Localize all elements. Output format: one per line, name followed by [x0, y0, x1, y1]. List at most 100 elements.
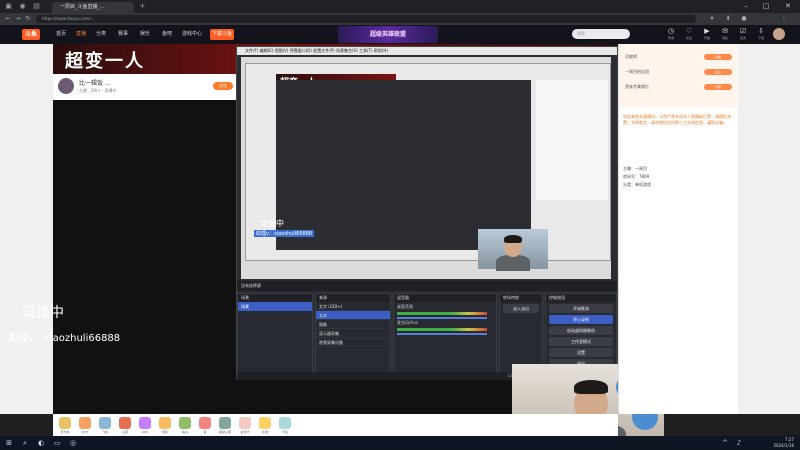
- gift-bar: 荧光棒 办卡 飞机 火箭 666 弱鸡 鱼丸 赞 超级火箭 嘉年华 礼物 背包: [53, 414, 618, 436]
- obs-window-capture: 文件(F) 编辑(E) 视图(V) 停靠窗口(D) 配置文件(P) 场景集合(S…: [236, 46, 618, 380]
- obs-preview: 超变一人 弯播中 助理v：xiaozhuli66888: [241, 57, 611, 279]
- source-item[interactable]: 文字 (GDI+): [316, 302, 390, 311]
- start-icon[interactable]: ⊞: [4, 438, 14, 448]
- audio-meter: [397, 312, 487, 315]
- studio-mode-button[interactable]: 工作室模式: [549, 337, 613, 346]
- gift-label: 666: [142, 430, 148, 434]
- scene-item[interactable]: 场景: [238, 302, 312, 311]
- chat-fanclub-button[interactable]: 加入: [704, 69, 732, 75]
- mixer-channel: 麦克风/Aux: [394, 318, 496, 335]
- browser-tab[interactable]: 一周目_斗鱼直播_...: [52, 2, 134, 13]
- controls-dock: 控制按钮 开始推流 停止录制 启动虚拟摄像机 工作室模式 设置 退出: [545, 293, 617, 375]
- stop-record-button[interactable]: 停止录制: [549, 315, 613, 324]
- history-label: 历史: [667, 36, 674, 40]
- source-item[interactable]: 文本: [316, 311, 390, 320]
- transitions-dock: 转场特效 淡入淡出: [499, 293, 543, 375]
- nav-item-entertainment[interactable]: 娱乐: [140, 29, 150, 40]
- broadcast-icon[interactable]: ▶: [700, 27, 714, 35]
- source-item[interactable]: 显示器采集: [316, 329, 390, 338]
- user-avatar[interactable]: [773, 28, 785, 40]
- gift-label: 赞: [203, 430, 207, 434]
- nav-item-events[interactable]: 赛事: [118, 29, 128, 40]
- search-icon[interactable]: ⌕: [20, 438, 30, 448]
- message-icon[interactable]: ✉: [718, 27, 732, 35]
- room-info: 比一辑饭 ... 主播 · 2W+ · 直播中 关注: [53, 74, 238, 100]
- browser-menu-icon[interactable]: ▣: [4, 2, 13, 11]
- nested-screen: 超变一人 弯播中 助理v：xiaozhuli66888: [245, 63, 611, 261]
- controls-dock-title: 控制按钮: [546, 294, 616, 302]
- nav-item-live[interactable]: 直播: [76, 29, 86, 40]
- transition-select[interactable]: 淡入淡出: [503, 304, 539, 313]
- nav-item-game-center[interactable]: 游戏中心: [182, 29, 202, 40]
- extensions-icon[interactable]: ✦: [708, 15, 716, 23]
- settings-button[interactable]: 设置: [549, 348, 613, 357]
- source-item[interactable]: 图像: [316, 320, 390, 329]
- chat-noble-button[interactable]: 开通: [704, 84, 732, 90]
- center-banner[interactable]: 超级英雄联盟: [338, 26, 438, 43]
- gift-icon[interactable]: [259, 417, 271, 429]
- workspace-icon[interactable]: ◉: [18, 2, 27, 11]
- obs-menubar: 文件(F) 编辑(E) 视图(V) 停靠窗口(D) 配置文件(P) 场景集合(S…: [237, 47, 617, 55]
- task-icon[interactable]: ☑: [736, 27, 750, 35]
- follow-icon[interactable]: ♡: [682, 27, 696, 35]
- gift-icon[interactable]: [99, 417, 111, 429]
- profile-icon[interactable]: ●: [740, 15, 748, 23]
- gift-label: 超级火箭: [218, 430, 231, 434]
- person-hair: [504, 235, 522, 243]
- maximize-button[interactable]: □: [756, 0, 776, 13]
- site-logo[interactable]: 斗鱼: [22, 29, 41, 40]
- back-icon[interactable]: ←: [4, 15, 12, 23]
- forward-icon[interactable]: →: [14, 15, 22, 23]
- gift-icon[interactable]: [139, 417, 151, 429]
- download-icon[interactable]: ⇩: [754, 27, 768, 35]
- downloads-icon[interactable]: ⬇: [724, 15, 732, 23]
- clock-date: 2024/1/16: [773, 443, 794, 448]
- browser-settings-icon[interactable]: ⋮: [780, 15, 788, 23]
- clock[interactable]: 7:27 2024/1/16: [773, 437, 794, 449]
- mixer-dock: 混音器 桌面音频 麦克风/Aux: [393, 293, 497, 375]
- new-tab-icon[interactable]: +: [138, 2, 147, 11]
- start-stream-button[interactable]: 开始推流: [549, 304, 613, 313]
- minimize-button[interactable]: –: [736, 0, 756, 13]
- download-label: 下载: [757, 36, 764, 40]
- follow-button[interactable]: 关注: [213, 82, 233, 90]
- volume-slider[interactable]: [397, 333, 487, 335]
- browser-taskbar-icon[interactable]: ◐: [36, 438, 46, 448]
- volume-icon[interactable]: ♪: [734, 438, 744, 448]
- virtual-camera-button[interactable]: 启动虚拟摄像机: [549, 326, 613, 335]
- gift-icon[interactable]: [79, 417, 91, 429]
- source-item[interactable]: 视频采集设备: [316, 338, 390, 347]
- search-input[interactable]: 搜索: [572, 29, 630, 39]
- gift-icon[interactable]: [199, 417, 211, 429]
- person-body: [496, 255, 530, 271]
- address-bar[interactable]: https://www.douyu.com/...: [36, 15, 696, 23]
- streamer-avatar[interactable]: [58, 78, 74, 94]
- gift-icon[interactable]: [159, 417, 171, 429]
- task-label: 任务: [739, 36, 746, 40]
- gift-label: 鱼丸: [181, 430, 188, 434]
- tabs-list-icon[interactable]: ▤: [32, 2, 41, 11]
- gift-icon[interactable]: [119, 417, 131, 429]
- nav-item-category[interactable]: 分类: [96, 29, 106, 40]
- transitions-dock-title: 转场特效: [500, 294, 542, 302]
- gift-label: 荧光棒: [60, 430, 70, 434]
- gift-icon[interactable]: [59, 417, 71, 429]
- backpack-icon[interactable]: [279, 417, 291, 429]
- gift-icon[interactable]: [219, 417, 231, 429]
- history-icon[interactable]: ◷: [664, 27, 678, 35]
- mixer-channel-label: 麦克风/Aux: [397, 320, 418, 325]
- nav-item-home[interactable]: 首页: [56, 29, 66, 40]
- nav-item-download[interactable]: 下载斗鱼: [210, 29, 235, 40]
- gift-icon[interactable]: [239, 417, 251, 429]
- folder-icon[interactable]: ▭: [52, 438, 62, 448]
- scenes-dock: 场景 场景: [237, 293, 313, 375]
- obs-taskbar-icon[interactable]: ◎: [68, 438, 78, 448]
- reload-icon[interactable]: ↻: [24, 15, 32, 23]
- nav-item-fishbar[interactable]: 鱼吧: [162, 29, 172, 40]
- gift-icon[interactable]: [179, 417, 191, 429]
- chat-rank-button[interactable]: 查看: [704, 54, 732, 60]
- taskbar: ⊞ ⌕ ◐ ▭ ◎ ^ ♪ 7:27 2024/1/16: [0, 436, 800, 450]
- tray-arrow-icon[interactable]: ^: [720, 438, 730, 448]
- close-button[interactable]: ✕: [778, 0, 798, 13]
- chat-panel: 贡献榜 查看 一周目粉丝团 加入 贵族专属席位 开通 欢迎来到本直播间，斗鱼严禁…: [618, 44, 738, 414]
